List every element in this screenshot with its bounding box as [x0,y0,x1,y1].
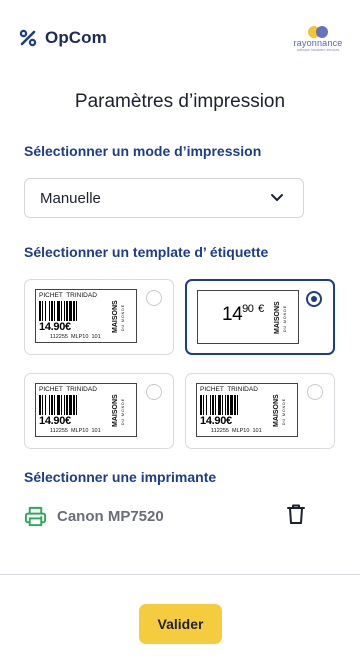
page-title: Paramètres d’impression [74,91,286,112]
label-codes: 112255 MLP10 101 [211,428,262,434]
template-radio-2[interactable] [306,291,322,307]
label-brand-logo: MAISONS DU MONDE [273,394,286,428]
barcode [200,395,238,415]
printer-label: Sélectionner une imprimante [24,469,217,485]
label-codes: 112255 MLP10 101 [50,428,101,434]
label-preview: PICHET TRINIDAD 14.90€ 112255 MLP10 101 … [196,383,298,437]
print-mode-select[interactable]: Manuelle [24,178,304,218]
barcode [39,301,77,321]
label-brand-logo: MAISONS DU MONDE [274,301,287,335]
partner-logo-mark [308,26,330,38]
print-mode-value: Manuelle [40,189,101,207]
partner-logo: rayonnance software hardware services [290,26,346,54]
partner-logo-word: rayonnance [293,38,343,48]
template-radio-3[interactable] [146,384,162,400]
chevron-down-icon [271,194,283,201]
app-header: OpCom rayonnance software hardware servi… [0,0,360,72]
label-brand-logo: MAISONS DU MONDE [112,394,125,428]
template-option-2[interactable]: 1490 € MAISONS DU MONDE [185,279,335,355]
label-product-name: PICHET TRINIDAD [200,386,258,393]
printer-icon [24,506,47,526]
percent-icon [19,29,37,47]
label-price: 14.90€ [39,321,71,333]
label-codes: 112255 MLP10 101 [50,334,101,340]
brand-name: OpCom [45,28,107,47]
trash-icon[interactable] [286,503,306,525]
partner-logo-tagline: software hardware services [296,48,340,52]
barcode [39,395,77,415]
label-brand-logo: MAISONS DU MONDE [112,300,125,334]
label-preview: PICHET TRINIDAD 14.90€ 112255 MLP10 101 … [35,383,137,437]
template-radio-4[interactable] [307,384,323,400]
template-option-4[interactable]: PICHET TRINIDAD 14.90€ 112255 MLP10 101 … [185,373,335,449]
label-price: 1490 € [222,303,264,325]
printer-name: Canon MP7520 [57,507,164,525]
validate-button[interactable]: Valider [139,604,222,644]
label-product-name: PICHET TRINIDAD [39,386,97,393]
label-price: 14.90€ [39,415,71,427]
template-option-1[interactable]: PICHET TRINIDAD 14.90€ 112255 MLP10 101 … [24,279,174,355]
label-product-name: PICHET TRINIDAD [39,292,97,299]
template-radio-1[interactable] [146,290,162,306]
label-price: 14.90€ [200,415,232,427]
template-label: Sélectionner un template d’ étiquette [24,244,269,260]
label-preview: PICHET TRINIDAD 14.90€ 112255 MLP10 101 … [35,289,137,343]
printer-item[interactable]: Canon MP7520 [24,501,314,531]
brand: OpCom [19,28,107,48]
print-mode-label: Sélectionner un mode d’impression [24,143,262,159]
label-preview: 1490 € MAISONS DU MONDE [197,290,299,344]
template-option-3[interactable]: PICHET TRINIDAD 14.90€ 112255 MLP10 101 … [24,373,174,449]
footer-divider [0,574,360,575]
